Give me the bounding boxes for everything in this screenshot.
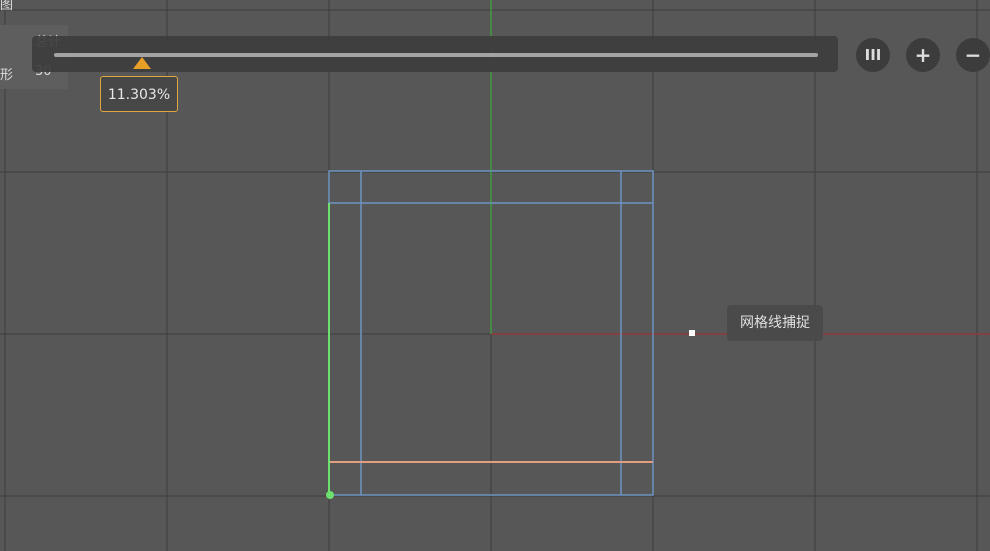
vertex-point[interactable] — [326, 491, 334, 499]
zoom-slider[interactable] — [32, 36, 838, 72]
zoom-out-button[interactable]: − — [956, 38, 990, 72]
snap-point — [689, 330, 695, 336]
slider-track[interactable] — [54, 53, 818, 57]
zoom-in-button[interactable]: + — [906, 38, 940, 72]
zoom-percent-label: 11.303% — [100, 76, 178, 112]
snap-tooltip: 网格线捕捉 — [727, 305, 823, 341]
corner-label: 图 — [0, 0, 14, 13]
pause-button[interactable]: III — [856, 38, 890, 72]
slider-thumb[interactable] — [133, 57, 151, 69]
panel-label-left: 形 — [0, 68, 14, 83]
